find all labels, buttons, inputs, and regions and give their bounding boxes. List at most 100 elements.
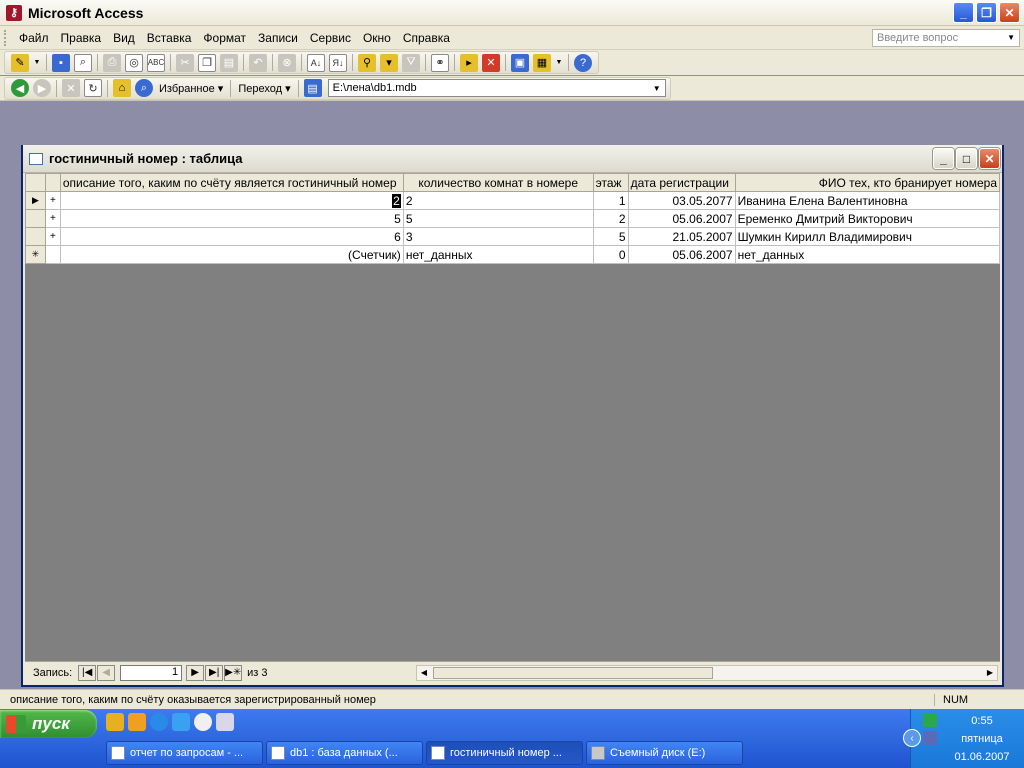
tray-app-icon[interactable] <box>923 713 937 727</box>
first-record-button[interactable]: |◀ <box>78 664 97 681</box>
cell-reg-date[interactable]: 05.06.2007 <box>627 245 736 264</box>
cell-reg-date[interactable]: 05.06.2007 <box>627 209 736 228</box>
home-icon[interactable]: ⌂ <box>113 79 131 97</box>
save-icon[interactable]: ▪ <box>52 53 70 72</box>
column-header-reg-date[interactable]: дата регистрации <box>627 173 736 192</box>
menu-records[interactable]: Записи <box>252 28 304 48</box>
table-minimize-button[interactable]: _ <box>933 148 954 169</box>
quick-launch-4-icon[interactable] <box>172 713 190 731</box>
delete-record-icon[interactable]: ✕ <box>482 53 500 72</box>
quick-launch-2-icon[interactable] <box>128 713 146 731</box>
spelling-icon[interactable]: ABC <box>147 53 165 72</box>
menu-edit[interactable]: Правка <box>55 28 108 48</box>
restore-button[interactable]: ❐ <box>976 2 997 23</box>
stop-icon[interactable]: ✕ <box>62 79 80 97</box>
file-search-icon[interactable]: ⌕ <box>74 53 92 72</box>
media-player-icon[interactable] <box>194 713 212 731</box>
minimize-button[interactable]: _ <box>953 2 974 23</box>
cell-room-number[interactable]: 6 <box>59 227 404 246</box>
record-selector[interactable]: ▶ <box>25 191 46 210</box>
new-record-row[interactable]: ✳ (Счетчик) нет_данных 0 05.06.2007 нет_… <box>25 245 1001 264</box>
taskbar-item-database[interactable]: db1 : база данных (... <box>266 741 423 765</box>
cell-room-count[interactable]: 2 <box>402 191 594 210</box>
close-button[interactable]: ✕ <box>999 2 1020 23</box>
filter-by-form-icon[interactable]: ▾ <box>380 53 398 72</box>
cell-floor[interactable]: 1 <box>592 191 629 210</box>
previous-record-button[interactable]: ◀ <box>97 664 116 681</box>
start-button[interactable]: пуск <box>0 710 97 738</box>
cell-guest-name[interactable]: Иванина Елена Валентиновна <box>734 191 1001 210</box>
paste-icon[interactable]: ▤ <box>220 53 238 72</box>
cell-floor[interactable]: 2 <box>592 209 629 228</box>
new-record-nav-button[interactable]: ▶✳ <box>224 664 243 681</box>
undo-icon[interactable]: ↶ <box>249 53 267 72</box>
menu-window[interactable]: Окно <box>357 28 397 48</box>
view-icon[interactable]: ✎ <box>11 53 29 72</box>
menu-file[interactable]: Файл <box>13 28 55 48</box>
menu-format[interactable]: Формат <box>197 28 252 48</box>
hyperlink-icon[interactable]: ⊗ <box>278 53 296 72</box>
new-record-selector[interactable]: ✳ <box>25 245 46 264</box>
cell-guest-name[interactable]: Еременко Дмитрий Викторович <box>734 209 1001 228</box>
forward-icon[interactable]: ▶ <box>33 79 51 97</box>
cell-room-count[interactable]: 5 <box>402 209 594 228</box>
record-selector[interactable] <box>25 227 46 246</box>
current-record-input[interactable]: 1 <box>120 664 183 681</box>
tray-clock[interactable]: 0:55 пятница 01.06.2007 <box>947 712 1017 766</box>
cell-room-number[interactable]: 2 <box>59 191 404 210</box>
quick-launch-6-icon[interactable] <box>216 713 234 731</box>
help-icon[interactable]: ? <box>574 53 592 72</box>
table-window-titlebar[interactable]: гостиничный номер : таблица _ □ ✕ <box>23 145 1002 173</box>
filter-by-selection-icon[interactable]: ⚲ <box>358 53 376 72</box>
column-header-room-count[interactable]: количество комнат в номере <box>402 173 594 192</box>
quick-launch-1-icon[interactable] <box>106 713 124 731</box>
copy-icon[interactable]: ❐ <box>198 53 216 72</box>
table-close-button[interactable]: ✕ <box>979 148 1000 169</box>
address-combo[interactable]: E:\лена\db1.mdb ▼ <box>327 79 666 97</box>
column-header-floor[interactable]: этаж <box>592 173 629 192</box>
cut-icon[interactable]: ✂ <box>176 53 194 72</box>
find-icon[interactable]: ⚭ <box>431 53 449 72</box>
back-icon[interactable]: ◀ <box>11 79 29 97</box>
new-object-dropdown-icon[interactable]: ▼ <box>555 54 563 72</box>
expand-subdatasheet[interactable]: + <box>44 227 61 246</box>
cell-room-count[interactable]: нет_данных <box>402 245 594 264</box>
sort-ascending-icon[interactable]: A↓ <box>307 53 325 72</box>
print-preview-icon[interactable]: ◎ <box>125 53 143 72</box>
cell-reg-date[interactable]: 03.05.2077 <box>627 191 736 210</box>
new-record-icon[interactable]: ▸ <box>460 53 478 72</box>
search-web-icon[interactable]: ⌕ <box>135 79 153 97</box>
menu-insert[interactable]: Вставка <box>141 28 198 48</box>
internet-explorer-icon[interactable] <box>150 713 168 731</box>
scroll-right-icon[interactable]: ▶ <box>983 666 997 680</box>
cell-guest-name[interactable]: нет_данных <box>734 245 1001 264</box>
database-window-icon[interactable]: ▣ <box>511 53 529 72</box>
record-selector[interactable] <box>25 209 46 228</box>
cell-room-number[interactable]: 5 <box>59 209 404 228</box>
goto-menu[interactable]: Переход ▾ <box>234 82 294 95</box>
cell-reg-date[interactable]: 21.05.2007 <box>627 227 736 246</box>
scroll-left-icon[interactable]: ◀ <box>417 666 431 680</box>
chevron-down-icon[interactable]: ▼ <box>653 84 665 93</box>
cell-floor[interactable]: 0 <box>592 245 629 264</box>
horizontal-scrollbar[interactable]: ◀ ▶ <box>416 664 998 681</box>
network-icon[interactable] <box>923 731 937 745</box>
favorites-menu[interactable]: Избранное ▾ <box>155 82 227 95</box>
cell-room-count[interactable]: 3 <box>402 227 594 246</box>
cell-room-number[interactable]: (Счетчик) <box>59 245 404 264</box>
select-all-corner[interactable] <box>25 173 46 192</box>
menu-tools[interactable]: Сервис <box>304 28 357 48</box>
table-row[interactable]: ▶ + 2 2 1 03.05.2077 Иванина Елена Вален… <box>25 191 1001 210</box>
menu-view[interactable]: Вид <box>107 28 141 48</box>
show-hidden-icons-icon[interactable]: ‹ <box>903 729 921 747</box>
column-header-room-number[interactable]: описание того, каким по счёту является г… <box>59 173 404 192</box>
cell-floor[interactable]: 5 <box>592 227 629 246</box>
expand-subdatasheet[interactable]: + <box>44 209 61 228</box>
apply-filter-icon[interactable]: ⛛ <box>402 53 420 72</box>
taskbar-item-word[interactable]: отчет по запросам - ... <box>106 741 263 765</box>
table-row[interactable]: + 6 3 5 21.05.2007 Шумкин Кирилл Владими… <box>25 227 1001 246</box>
new-object-icon[interactable]: ▦ <box>533 53 551 72</box>
menu-help[interactable]: Справка <box>397 28 456 48</box>
last-record-button[interactable]: ▶| <box>205 664 224 681</box>
table-maximize-button[interactable]: □ <box>956 148 977 169</box>
